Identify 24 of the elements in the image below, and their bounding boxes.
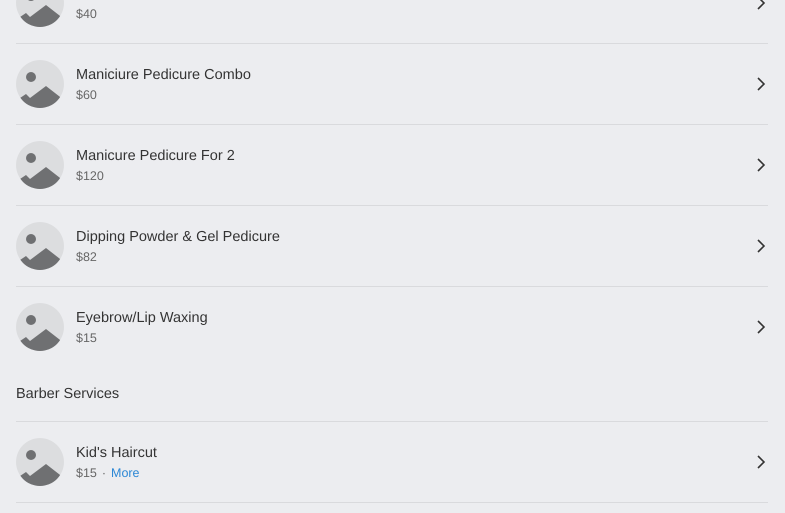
placeholder-image-icon xyxy=(16,438,64,486)
chevron-right-icon[interactable] xyxy=(756,76,766,92)
chevron-right-icon[interactable] xyxy=(756,157,766,173)
service-name: Maniciure Pedicure Combo xyxy=(76,66,252,84)
service-price: $120 xyxy=(76,168,104,184)
chevron-right-icon[interactable] xyxy=(756,319,766,335)
chevron-right-icon[interactable] xyxy=(756,238,766,254)
placeholder-image-icon xyxy=(16,303,64,351)
service-price: $60 xyxy=(76,86,97,102)
service-price: $15 xyxy=(76,464,97,480)
more-link[interactable]: More xyxy=(111,464,140,480)
service-name: Dipping Powder & Gel Pedicure xyxy=(76,228,281,246)
service-name: Kid's Haircut xyxy=(76,444,158,462)
chevron-right-icon[interactable] xyxy=(756,454,766,470)
placeholder-image-icon xyxy=(16,141,64,189)
placeholder-image-icon xyxy=(16,60,64,108)
service-price: $82 xyxy=(76,248,97,264)
service-name: Manicure Pedicure For 2 xyxy=(76,146,236,164)
service-price: $15 xyxy=(76,330,97,346)
placeholder-image-icon xyxy=(16,222,64,270)
service-price: $40 xyxy=(76,6,97,22)
section-heading: Barber Services xyxy=(16,386,120,402)
service-name: Eyebrow/Lip Waxing xyxy=(76,308,209,326)
separator-dot: · xyxy=(102,464,106,480)
